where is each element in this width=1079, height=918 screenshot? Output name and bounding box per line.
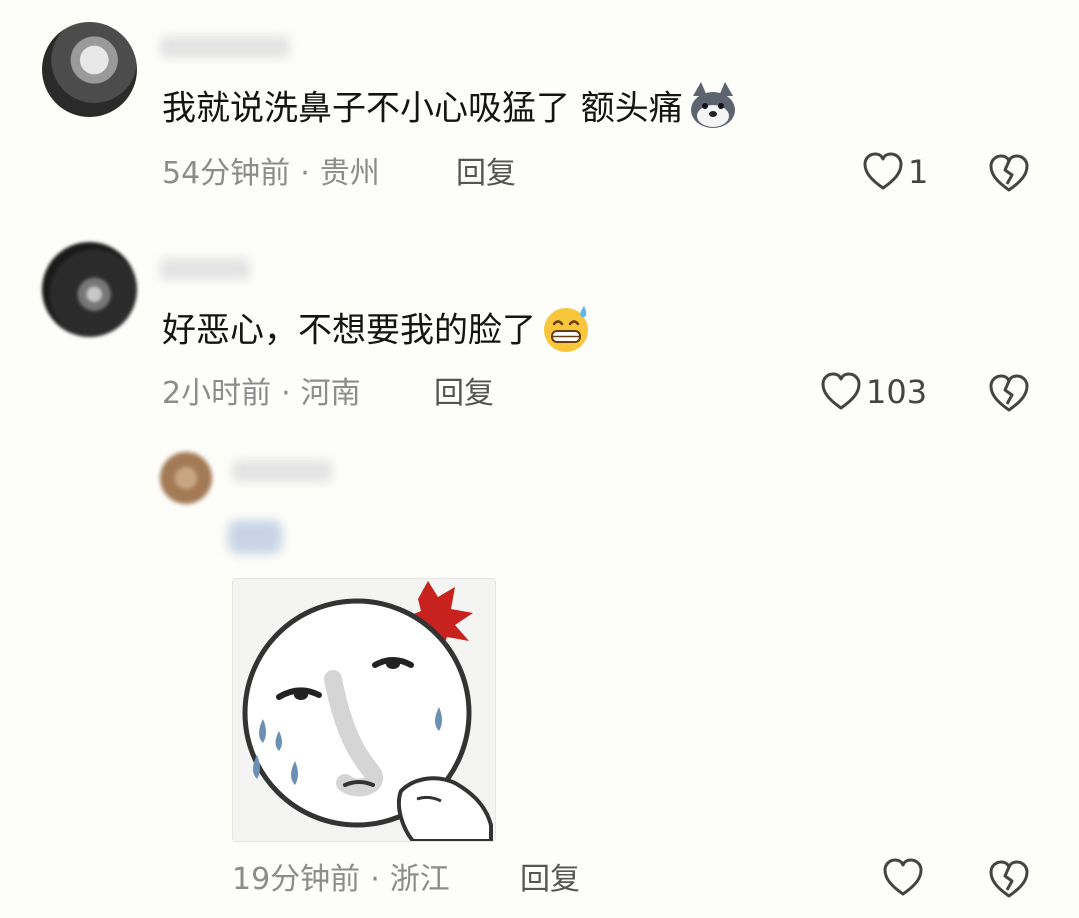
reply-button[interactable]: 回复 (456, 154, 516, 194)
commenter-avatar[interactable] (42, 22, 137, 117)
comment-text: 好恶心，不想要我的脸了 (162, 306, 592, 358)
meta-separator: · (300, 156, 310, 191)
heart-outline-icon (821, 372, 861, 410)
grinning-sweat-emoji (544, 306, 588, 352)
comment-text-content: 好恶心，不想要我的脸了 (162, 310, 536, 351)
crying-egg-head-sticker[interactable] (232, 578, 496, 842)
comment-meta: 19分钟前 · 浙江 (232, 860, 450, 900)
username-redacted[interactable] (160, 258, 250, 280)
comment-time: 19分钟前 (232, 862, 361, 897)
comment-meta: 54分钟前 · 贵州 (162, 154, 380, 194)
reply-button[interactable]: 回复 (520, 860, 580, 900)
sticker-image (233, 579, 495, 841)
wolf-face-emoji (690, 82, 735, 128)
broken-heart-icon[interactable] (988, 374, 1030, 414)
commenter-avatar[interactable] (160, 452, 212, 504)
comment-time: 54分钟前 (162, 156, 291, 191)
reply-text-redacted (228, 520, 282, 554)
heart-outline-icon (863, 152, 903, 190)
comment-location: 河南 (300, 376, 361, 411)
heart-outline-icon (883, 858, 923, 896)
comment-location: 贵州 (319, 156, 380, 191)
meta-separator: · (281, 376, 291, 411)
broken-heart-icon[interactable] (988, 154, 1030, 194)
like-count: 1 (908, 153, 929, 191)
commenter-avatar[interactable] (42, 242, 137, 337)
broken-heart-icon[interactable] (988, 860, 1030, 900)
username-redacted[interactable] (232, 460, 332, 482)
comment-time: 2小时前 (162, 376, 272, 411)
comment-text-content: 我就说洗鼻子不小心吸猛了 额头痛 (162, 88, 683, 129)
like-count: 103 (866, 373, 928, 411)
username-redacted[interactable] (160, 36, 290, 58)
comment-meta: 2小时前 · 河南 (162, 374, 361, 414)
comment-location: 浙江 (389, 862, 450, 897)
like-button[interactable] (882, 858, 928, 898)
comment-text: 我就说洗鼻子不小心吸猛了 额头痛 (162, 82, 739, 136)
meta-separator: · (370, 862, 380, 897)
like-button[interactable]: 1 (862, 152, 928, 192)
reply-button[interactable]: 回复 (434, 374, 494, 414)
like-button[interactable]: 103 (820, 372, 927, 412)
